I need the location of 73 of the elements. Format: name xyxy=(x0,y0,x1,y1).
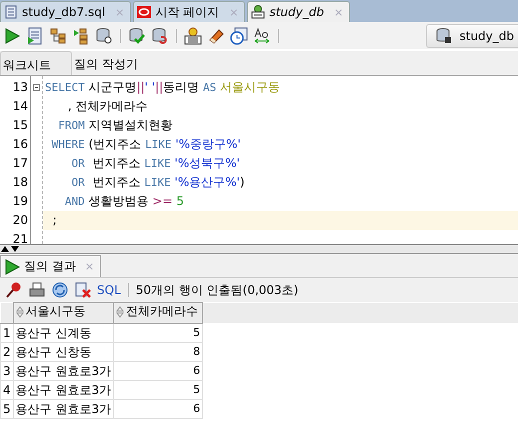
file-tab[interactable]: study_db × xyxy=(247,1,350,22)
connection-selector[interactable]: study_db xyxy=(426,24,518,48)
tab-label: study_db xyxy=(269,5,324,19)
run-icon[interactable] xyxy=(3,258,21,276)
printer-icon[interactable] xyxy=(28,281,46,299)
line-number: 14 xyxy=(12,98,29,115)
tab-label: 질의 결과 xyxy=(24,258,76,275)
database-icon xyxy=(435,26,454,44)
code-line: SELECT 시군구명||' '||동리명 AS 서울시구동 xyxy=(44,79,282,96)
sql-connection-icon xyxy=(251,5,266,19)
line-number: 21 xyxy=(12,231,29,248)
code-line: , 전체카메라수 xyxy=(66,98,149,115)
rollback-icon[interactable] xyxy=(151,26,169,44)
splitter-arrows-icon[interactable] xyxy=(1,245,19,253)
results-tab[interactable]: 질의 결과 × xyxy=(0,255,102,277)
eraser-icon[interactable] xyxy=(207,26,225,44)
table-cell: 6 xyxy=(114,399,203,418)
table-cell: 용산구 원효로3가 xyxy=(13,380,114,399)
sql-link[interactable]: SQL xyxy=(97,283,121,297)
script-icon[interactable] xyxy=(26,26,44,44)
column-title: 서울시구동 xyxy=(26,303,86,320)
sql-worksheet-icon[interactable] xyxy=(184,26,202,44)
line-number: 19 xyxy=(12,193,29,210)
explain-icon[interactable] xyxy=(72,26,90,44)
connection-name: study_db xyxy=(459,28,514,42)
row-number: 5 xyxy=(0,399,14,418)
table-cell: 6 xyxy=(114,361,203,380)
row-number: 3 xyxy=(0,361,14,380)
line-number: 15 xyxy=(12,117,29,134)
column-header[interactable]: 서울시구동 xyxy=(13,302,114,323)
table-cell: 8 xyxy=(114,342,203,361)
code-line: WHERE (번지주소 LIKE '%중랑구%' xyxy=(50,136,242,153)
line-number: 13 xyxy=(12,79,29,96)
tab-label: study_db7.sql xyxy=(22,5,106,19)
delete-icon[interactable] xyxy=(74,281,92,299)
file-tab[interactable]: 시작 페이지 × xyxy=(133,1,246,22)
table-cell: 5 xyxy=(114,323,203,342)
column-header[interactable]: 전체카메라수 xyxy=(114,302,203,323)
refresh-icon[interactable] xyxy=(51,281,69,299)
editor-tab[interactable]: 질의 작성기 xyxy=(72,51,146,75)
file-icon xyxy=(4,5,18,19)
table-cell: 5 xyxy=(114,380,203,399)
line-number: 20 xyxy=(12,212,29,229)
row-number: 1 xyxy=(0,323,14,342)
font-case-icon[interactable] xyxy=(253,26,271,44)
tab-label: 시작 페이지 xyxy=(155,4,220,20)
line-number: 17 xyxy=(12,155,29,172)
code-line: OR 번지주소 LIKE '%용산구%') xyxy=(70,174,246,191)
start-page-icon xyxy=(137,5,152,19)
database-tree-icon[interactable] xyxy=(49,26,67,44)
column-title: 전체카메라수 xyxy=(126,303,198,320)
database-search-icon[interactable] xyxy=(95,26,113,44)
table-cell: 용산구 원효로3가 xyxy=(13,361,114,380)
table-cell: 용산구 원효로3가 xyxy=(13,399,114,418)
commit-icon[interactable] xyxy=(128,26,146,44)
table-cell: 용산구 신계동 xyxy=(13,323,114,342)
clock-icon[interactable] xyxy=(230,26,248,44)
line-number: 16 xyxy=(12,136,29,153)
row-number: 2 xyxy=(0,342,14,361)
editor-tab[interactable]: 워크시트 xyxy=(0,51,72,75)
code-line: FROM 지역별설치현황 xyxy=(57,117,174,134)
code-line: AND 생활방범용 >= 5 xyxy=(64,193,185,210)
sort-icon xyxy=(116,306,124,318)
status-text: 50개의 행이 인출됨(0,003초) xyxy=(136,282,298,298)
code-line: OR 번지주소 LIKE '%성북구%' xyxy=(70,155,241,172)
table-cell: 용산구 신창동 xyxy=(13,342,114,361)
file-tab[interactable]: study_db7.sql × xyxy=(0,1,132,22)
run-icon[interactable] xyxy=(3,26,21,44)
line-number: 18 xyxy=(12,174,29,191)
collapse-icon[interactable] xyxy=(33,84,40,91)
row-number: 4 xyxy=(0,380,14,399)
sort-icon xyxy=(16,306,24,318)
pin-icon[interactable] xyxy=(5,281,23,299)
